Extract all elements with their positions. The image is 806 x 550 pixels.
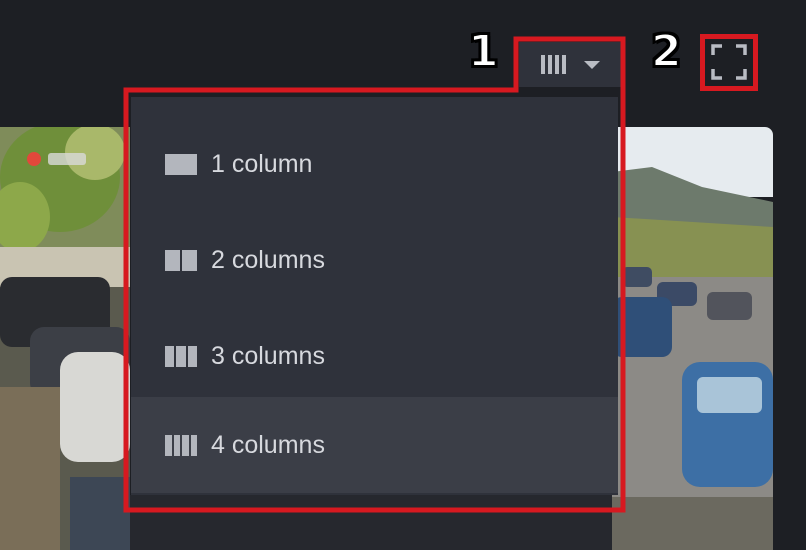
annotation-outline-2 (700, 34, 758, 91)
annotation-label-2: 2 (650, 25, 683, 78)
annotation-outline-1 (123, 36, 626, 513)
annotation-label-1: 1 (467, 25, 500, 78)
